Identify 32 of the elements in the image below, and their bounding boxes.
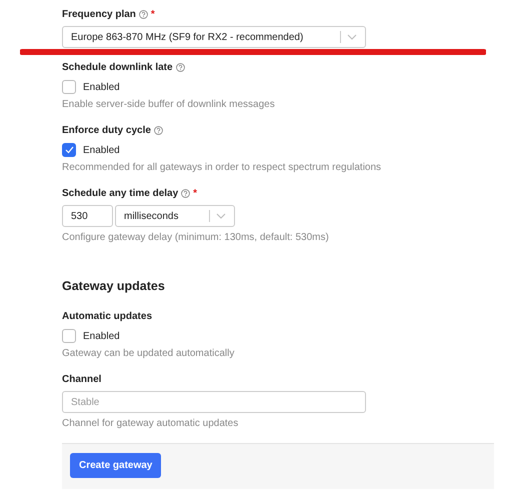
required-mark: *: [150, 8, 155, 21]
checkbox[interactable]: [62, 143, 76, 157]
delay-field[interactable]: 530: [62, 205, 113, 227]
help-text: Recommended for all gateways in order to respect spectrum regulations: [62, 161, 382, 174]
help-icon[interactable]: [181, 189, 190, 198]
help-icon[interactable]: [154, 126, 163, 135]
field-label: Frequency plan: [62, 8, 136, 21]
checkbox-label: Enabled: [83, 80, 120, 94]
required-mark: *: [193, 187, 198, 200]
help-icon[interactable]: [176, 63, 185, 72]
help-text: Gateway can be updated automatically: [62, 347, 236, 360]
help-text: Enable server-side buffer of downlink messages: [62, 98, 276, 111]
check-icon: [64, 146, 74, 154]
checkbox[interactable]: [62, 329, 76, 344]
field-label: Channel: [62, 373, 102, 386]
field-label: Automatic updates: [62, 310, 152, 324]
checkbox[interactable]: [62, 80, 76, 94]
create-gateway-button[interactable]: Create gateway: [70, 453, 162, 478]
caret-icon: [216, 213, 226, 219]
channel-field[interactable]: Stable: [62, 391, 366, 414]
checkbox-label: Enabled: [83, 330, 120, 343]
field-label: Schedule downlink late: [62, 61, 173, 74]
help-icon[interactable]: [138, 10, 148, 19]
select-field[interactable]: Europe 863-870 MHz (SF9 for RX2 - recommended): [62, 26, 366, 48]
help-text: Configure gateway delay (minimum: 130ms, default: 530ms): [62, 231, 330, 244]
field-label: Schedule any time delay: [62, 187, 178, 200]
unit-select[interactable]: milliseconds: [115, 205, 235, 227]
checkbox-label: Enabled: [83, 144, 120, 156]
help-text: Channel for gateway automatic updates: [62, 417, 240, 430]
section-title: Gateway updates: [62, 278, 166, 294]
field-label: Enforce duty cycle: [62, 124, 151, 137]
caret-icon: [347, 34, 357, 40]
